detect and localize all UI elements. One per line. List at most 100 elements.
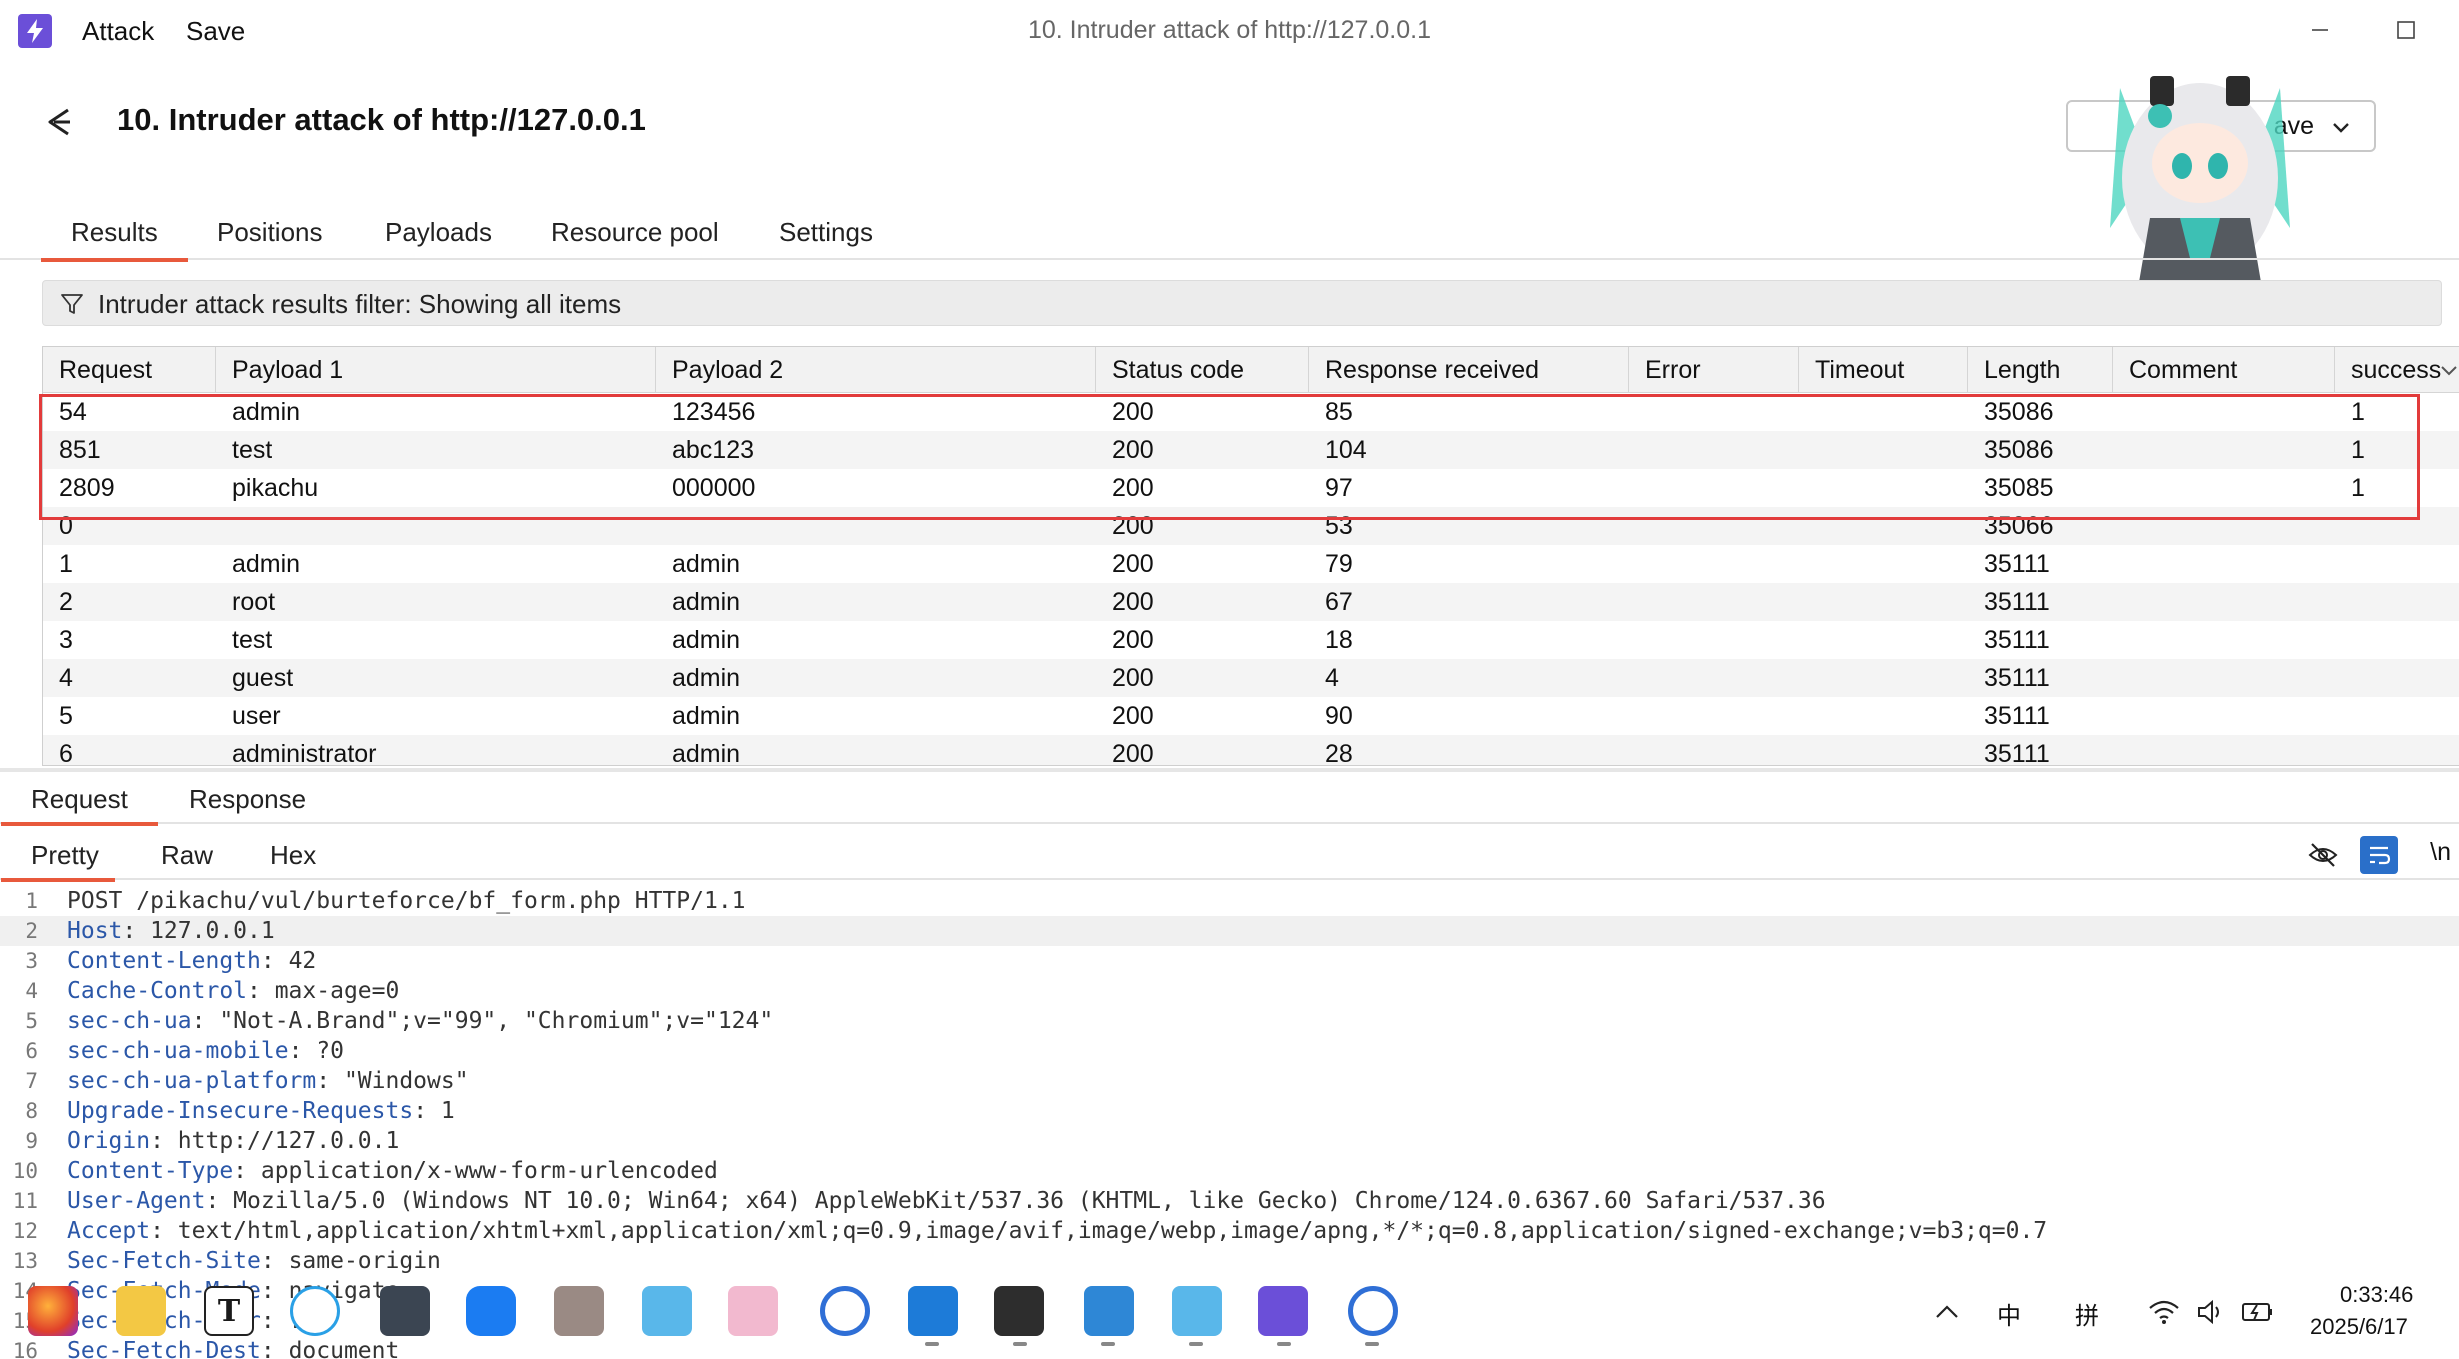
show-newlines-button[interactable]: \n [2430, 838, 2451, 867]
header-value: : Mozilla/5.0 (Windows NT 10.0; Win64; x… [205, 1188, 1826, 1214]
file-explorer-taskbar-icon[interactable] [116, 1286, 166, 1336]
anime-character-image [2110, 76, 2290, 296]
chrome-2-taskbar-icon[interactable] [1348, 1286, 1398, 1336]
request-editor[interactable]: 1 POST /pikachu/vul/burteforce/bf_form.ph… [0, 886, 2459, 1359]
maximize-button[interactable] [2376, 10, 2436, 50]
cell-comment [2113, 469, 2129, 507]
table-row[interactable]: 6 administrator admin 200 28 35111 [43, 735, 2459, 766]
tab-resource-pool[interactable]: Resource pool [551, 217, 719, 260]
qq-2-taskbar-icon[interactable] [1172, 1286, 1222, 1336]
cell-payload-2: admin [672, 740, 741, 766]
column-header-error[interactable]: Error [1629, 347, 1799, 393]
volume-icon[interactable] [2196, 1298, 2226, 1326]
firefox-taskbar-icon[interactable] [28, 1286, 78, 1336]
column-header-timeout[interactable]: Timeout [1799, 347, 1968, 393]
keyboard-app-taskbar-icon[interactable] [380, 1286, 430, 1336]
tab-request[interactable]: Request [1, 784, 158, 826]
notepad-taskbar-icon[interactable] [1084, 1286, 1134, 1336]
cell-response-received: 28 [1325, 740, 1353, 766]
back-arrow-icon[interactable] [40, 102, 80, 142]
cell-request: 2809 [59, 474, 115, 502]
sort-descending-icon [2441, 366, 2457, 376]
cell-success: 1 [2351, 474, 2365, 502]
code-text: Sec-Fetch-User: ?1 [67, 1306, 316, 1336]
table-row[interactable]: 0 200 53 35066 [43, 507, 2459, 545]
results-filter-bar[interactable]: Intruder attack results filter: Showing … [42, 280, 2442, 326]
table-row[interactable]: 2 root admin 200 67 35111 [43, 583, 2459, 621]
table-row[interactable]: 851 test abc123 200 104 35086 1 [43, 431, 2459, 469]
filter-text: Intruder attack results filter: Showing … [98, 289, 622, 319]
table-row[interactable]: 3 test admin 200 18 35111 [43, 621, 2459, 659]
line-number: 13 [12, 1249, 38, 1273]
tab-pretty[interactable]: Pretty [1, 840, 115, 882]
anime-app-taskbar-icon[interactable] [728, 1286, 778, 1336]
chrome-taskbar-icon[interactable] [820, 1286, 870, 1336]
cell-success [2335, 507, 2351, 545]
menu-save[interactable]: Save [186, 16, 245, 47]
column-header-request[interactable]: Request [43, 347, 216, 393]
clock-date[interactable]: 2025/6/17 [2310, 1314, 2408, 1340]
ime-mode-indicator[interactable]: 拼 [2075, 1296, 2099, 1331]
tab-settings[interactable]: Settings [779, 217, 873, 260]
tab-positions[interactable]: Positions [217, 217, 323, 260]
clock-time[interactable]: 0:33:46 [2340, 1282, 2413, 1308]
burp-taskbar-icon[interactable] [1258, 1286, 1308, 1336]
column-header-payload-2[interactable]: Payload 2 [656, 347, 1096, 393]
wifi-icon[interactable] [2147, 1298, 2181, 1326]
tab-results[interactable]: Results [41, 217, 188, 262]
line-number: 6 [25, 1039, 38, 1063]
cell-payload-1: test [232, 626, 273, 654]
table-row[interactable]: 54 admin 123456 200 85 35086 1 [43, 393, 2459, 431]
header-name: Cache-Control [67, 978, 248, 1004]
column-header-status-code[interactable]: Status code [1096, 347, 1309, 393]
game-taskbar-icon[interactable] [554, 1286, 604, 1336]
column-header-payload-1[interactable]: Payload 1 [216, 347, 656, 393]
typora-taskbar-icon[interactable]: T [204, 1286, 254, 1336]
cell-length: 35086 [1984, 436, 2054, 464]
header-name: Sec-Fetch-Site [67, 1248, 261, 1274]
column-header-response-received[interactable]: Response received [1309, 347, 1629, 393]
header-name: sec-ch-ua-platform [67, 1068, 317, 1094]
table-row[interactable]: 2809 pikachu 000000 200 97 35085 1 [43, 469, 2459, 507]
wrap-lines-button[interactable] [2360, 836, 2398, 874]
minimize-button[interactable] [2290, 10, 2350, 50]
ime-language-indicator[interactable]: 中 [1997, 1296, 2021, 1331]
column-header-success[interactable]: success [2335, 347, 2459, 393]
cell-success [2335, 659, 2351, 697]
cell-status-code: 200 [1112, 664, 1154, 692]
k-app-taskbar-icon[interactable] [290, 1286, 340, 1336]
line-number: 3 [25, 949, 38, 973]
cell-timeout [1799, 583, 1815, 621]
cell-status-code: 200 [1112, 626, 1154, 654]
table-row[interactable]: 1 admin admin 200 79 35111 [43, 545, 2459, 583]
cell-payload-1: administrator [232, 740, 377, 766]
line-number: 2 [25, 919, 38, 943]
column-header-length[interactable]: Length [1968, 347, 2113, 393]
pycharm-taskbar-icon[interactable] [908, 1286, 958, 1336]
taskbar-indicator [1189, 1342, 1203, 1346]
cell-payload-2: 123456 [672, 398, 756, 426]
cell-error [1629, 393, 1645, 431]
header-value: : application/x-www-form-urlencoded [233, 1158, 718, 1184]
column-header-comment[interactable]: Comment [2113, 347, 2335, 393]
cell-success: 1 [2351, 436, 2365, 464]
tab-hex[interactable]: Hex [270, 840, 316, 880]
menu-attack[interactable]: Attack [82, 16, 154, 47]
code-text: Sec-Fetch-Dest: document [67, 1336, 399, 1359]
header-name: User-Agent [67, 1188, 206, 1214]
chevron-up-icon[interactable] [1934, 1302, 1960, 1322]
table-row[interactable]: 4 guest admin 200 4 35111 [43, 659, 2459, 697]
code-line: 4 Cache-Control: max-age=0 [0, 976, 2459, 1006]
tab-response[interactable]: Response [189, 784, 306, 824]
cell-timeout [1799, 697, 1815, 735]
header-value: : document [260, 1338, 400, 1359]
taskbar-indicator [1101, 1342, 1115, 1346]
tab-payloads[interactable]: Payloads [385, 217, 492, 260]
hide-non-printable-button[interactable] [2304, 836, 2342, 874]
battery-charging-icon[interactable] [2240, 1296, 2276, 1326]
meitu-taskbar-icon[interactable] [466, 1286, 516, 1336]
table-row[interactable]: 5 user admin 200 90 35111 [43, 697, 2459, 735]
terminal-taskbar-icon[interactable] [994, 1286, 1044, 1336]
tab-raw[interactable]: Raw [161, 840, 213, 880]
qq-taskbar-icon[interactable] [642, 1286, 692, 1336]
